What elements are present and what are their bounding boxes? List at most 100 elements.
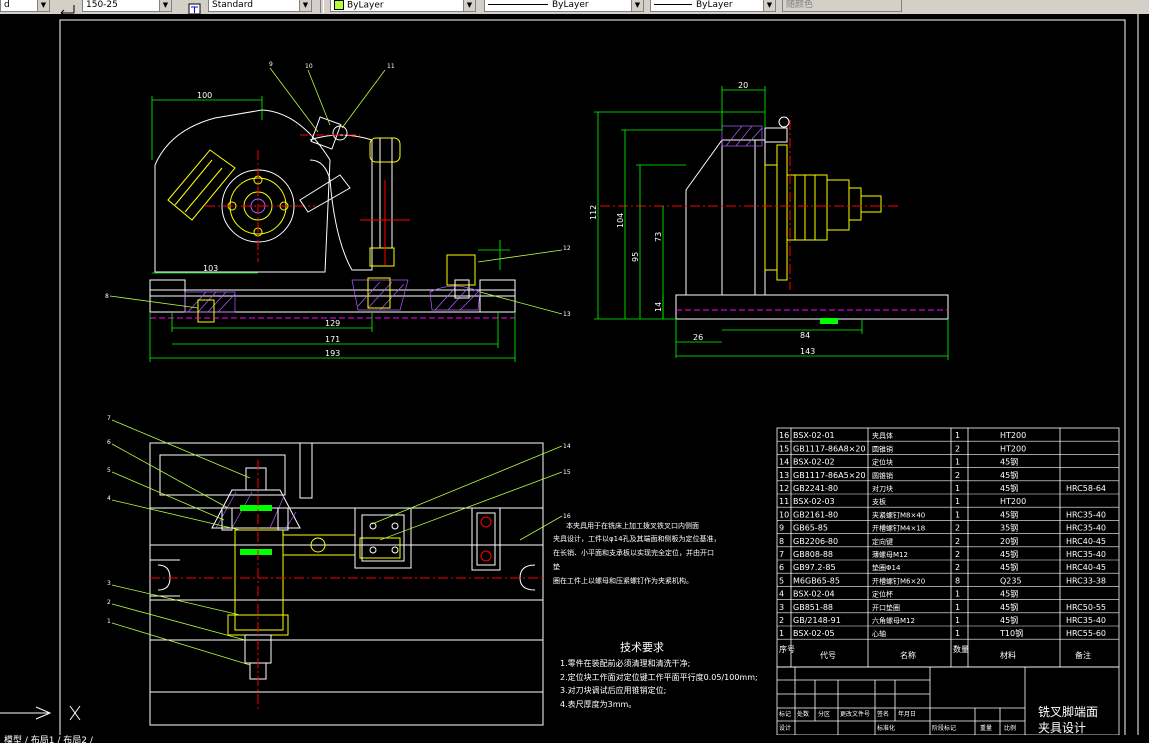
- bom-cell-code: GB2241-80: [793, 484, 838, 493]
- bom-cell-no: 4: [779, 590, 784, 599]
- left-clipped-value: d: [4, 0, 10, 10]
- color-swatch-icon: [334, 0, 344, 10]
- tech-req-3: 3.对刀块调试后应用锥销定位;: [560, 685, 666, 695]
- bom-cell-mat: 45钢: [1000, 562, 1018, 572]
- bom-cell-no: 16: [779, 431, 789, 440]
- drawing-canvas[interactable]: 100 103 129 171 193 9 10 11 12 13 8 20 1…: [0, 14, 1149, 735]
- plotstyle-combo[interactable]: 随颜色: [782, 0, 902, 12]
- desc-line-5: 圈在工件上以螺母和压紧螺钉作为夹紧机构。: [553, 576, 693, 585]
- side-dim-104: 104: [616, 213, 625, 228]
- left-clipped-combo[interactable]: d ▼: [0, 0, 50, 12]
- bom-cell-qty: 8: [955, 576, 960, 585]
- bom-cell-code: GB97.2-85: [793, 563, 836, 572]
- bom-cell-qty: 2: [955, 444, 960, 453]
- bom-cell-mat: HT200: [1000, 444, 1026, 453]
- tb-date: 年月日: [898, 710, 916, 718]
- bom-cell-note: HRC35-40: [1066, 524, 1106, 533]
- front-dim-171: 171: [325, 335, 340, 344]
- front-dim-103: 103: [203, 264, 218, 273]
- bom-cell-mat: HT200: [1000, 431, 1026, 440]
- bom-cell-mat: 45钢: [1000, 470, 1018, 480]
- chevron-down-icon[interactable]: ▼: [763, 0, 775, 11]
- bom-cell-qty: 1: [955, 431, 960, 440]
- bom-cell-name: 开槽螺钉M4×18: [872, 524, 925, 533]
- layout-tabs-label[interactable]: 模型 / 布局1 / 布局2 /: [4, 735, 93, 743]
- bom-cell-name: 圆锥销: [872, 471, 893, 480]
- bom-cell-name: 薄螺母M12: [872, 550, 908, 559]
- balloon-14: 14: [563, 443, 571, 450]
- side-dim-20: 20: [738, 81, 748, 90]
- tb-weight: 重量: [980, 724, 992, 732]
- bom-cell-note: HRC35-40: [1066, 616, 1106, 625]
- chevron-down-icon[interactable]: ▼: [631, 0, 643, 11]
- linetype-combo[interactable]: ByLayer ▼: [484, 0, 644, 12]
- bom-cell-mat: 45钢: [1000, 549, 1018, 559]
- lineweight-value: ByLayer: [696, 0, 733, 10]
- bom-cell-no: 11: [779, 497, 789, 506]
- bom-cell-no: 10: [779, 510, 789, 519]
- bom-cell-note: HRC40-45: [1066, 563, 1106, 572]
- front-dim-100: 100: [197, 91, 212, 100]
- bom-cell-note: HRC55-60: [1066, 629, 1106, 638]
- dimstyle-icon[interactable]: [60, 0, 75, 14]
- bom-cell-qty: 1: [955, 616, 960, 625]
- bom-cell-name: 垫圈Φ14: [872, 563, 901, 572]
- chevron-down-icon[interactable]: ▼: [159, 0, 171, 11]
- bom-cell-name: 夹具体: [872, 431, 893, 440]
- bom-cell-mat: 35钢: [1000, 523, 1018, 533]
- side-dim-95: 95: [631, 252, 640, 262]
- bom-header-qty: 数量: [953, 644, 969, 654]
- bom-cell-qty: 1: [955, 510, 960, 519]
- layout-tabs-bar[interactable]: 模型 / 布局1 / 布局2 /: [0, 735, 1149, 743]
- lineweight-combo[interactable]: ByLayer ▼: [650, 0, 776, 12]
- bom-cell-code: BSX-02-02: [793, 458, 835, 467]
- tb-zone: 分区: [818, 710, 830, 718]
- textstyle-value: Standard: [212, 0, 253, 10]
- bom-cell-code: GB/2148-91: [793, 616, 841, 625]
- bom-cell-mat: Q235: [1000, 576, 1022, 585]
- layer-color-combo[interactable]: ByLayer ▼: [330, 0, 476, 12]
- dimstyle-combo[interactable]: 150-25 ▼: [82, 0, 172, 12]
- bom-cell-note: HRC33-38: [1066, 576, 1106, 585]
- bom-cell-qty: 2: [955, 550, 960, 559]
- bom-cell-mat: HT200: [1000, 497, 1026, 506]
- textstyle-icon[interactable]: [188, 0, 202, 14]
- drawing-title-line-1: 铣叉脚端面: [1038, 704, 1098, 719]
- bom-cell-note: HRC50-55: [1066, 603, 1106, 612]
- chevron-down-icon[interactable]: ▼: [299, 0, 311, 11]
- side-dim-73: 73: [654, 232, 663, 242]
- bom-cell-no: 12: [779, 484, 789, 493]
- balloon-11: 11: [387, 63, 395, 70]
- bom-cell-name: 开槽螺钉M6×20: [872, 576, 925, 585]
- bom-cell-note: HRC35-40: [1066, 550, 1106, 559]
- textstyle-combo[interactable]: Standard ▼: [208, 0, 312, 12]
- bom-cell-name: 对刀块: [872, 484, 893, 493]
- bom-cell-name: 定位块: [872, 458, 893, 467]
- bom-cell-code: BSX-02-04: [793, 590, 835, 599]
- bom-cell-no: 1: [779, 629, 784, 638]
- bom-cell-no: 5: [779, 576, 784, 585]
- bom-cell-code: GB65-85: [793, 524, 828, 533]
- chevron-down-icon[interactable]: ▼: [463, 0, 475, 11]
- balloon-9: 9: [269, 61, 273, 68]
- bom-cell-note: HRC58-64: [1066, 484, 1106, 493]
- bom-cell-no: 3: [779, 603, 784, 612]
- tech-req-4: 4.表尺厚度为3mm。: [560, 699, 636, 709]
- bom-cell-qty: 2: [955, 524, 960, 533]
- bom-cell-qty: 2: [955, 471, 960, 480]
- bom-cell-code: BSX-02-03: [793, 497, 835, 506]
- bom-cell-name: 心轴: [872, 629, 886, 638]
- linetype-preview-icon: [488, 4, 548, 5]
- dimstyle-value: 150-25: [86, 0, 118, 10]
- bom-cell-qty: 1: [955, 603, 960, 612]
- balloon-6: 6: [107, 439, 111, 446]
- balloon-3: 3: [107, 580, 111, 587]
- chevron-down-icon[interactable]: ▼: [37, 0, 49, 11]
- bom-cell-code: M6GB65-85: [793, 576, 840, 585]
- bom-cell-code: GB2206-80: [793, 537, 838, 546]
- bom-cell-code: BSX-02-01: [793, 431, 835, 440]
- linetype-value: ByLayer: [552, 0, 589, 10]
- balloon-7: 7: [107, 415, 111, 422]
- balloon-4: 4: [107, 495, 111, 502]
- bom-cell-mat: 45钢: [1000, 483, 1018, 493]
